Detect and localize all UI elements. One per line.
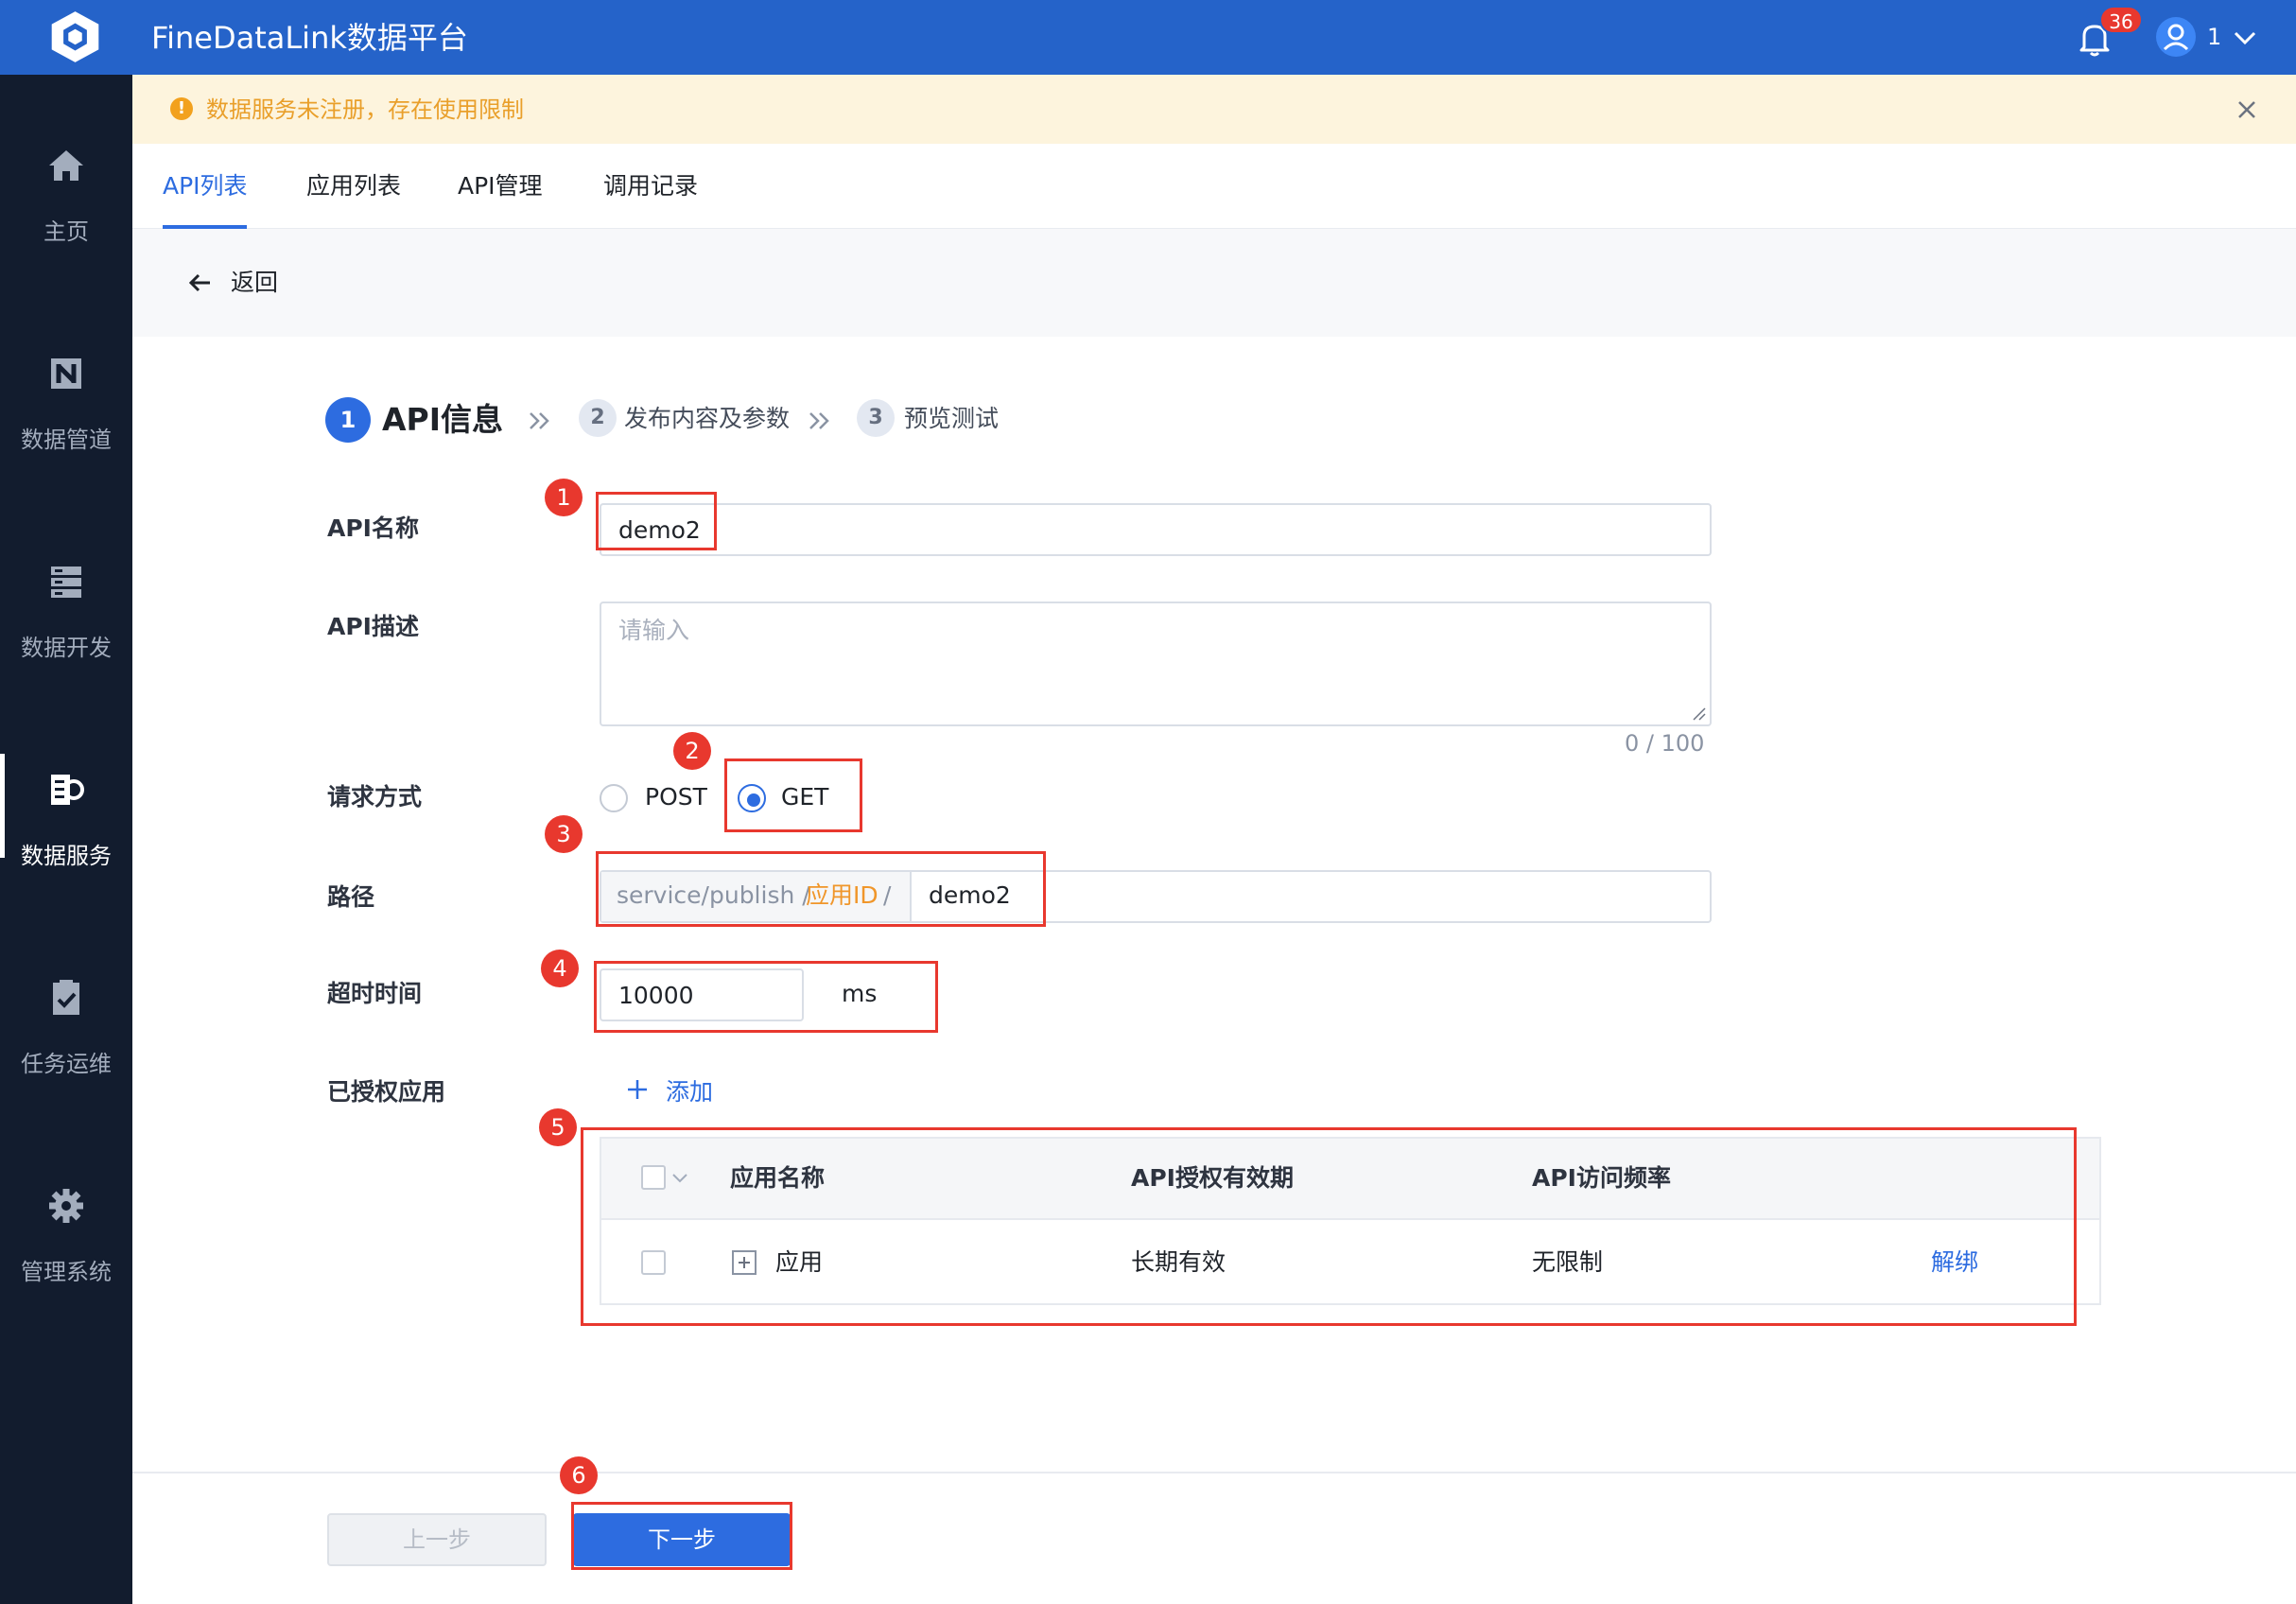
double-chevron-right-icon <box>530 412 549 429</box>
annotation-box <box>724 758 862 832</box>
sidebar-item-pipeline[interactable]: 数据管道 <box>0 353 132 561</box>
user-icon <box>2163 24 2189 51</box>
data-dev-icon <box>51 567 81 598</box>
annotation-box <box>581 1127 2077 1326</box>
annotation-box <box>596 492 717 550</box>
user-avatar[interactable] <box>2156 17 2196 57</box>
sidebar-item-manage-system[interactable]: 管理系统 <box>0 1185 132 1393</box>
step-number: 2 <box>579 399 617 437</box>
sidebar-item-data-dev[interactable]: 数据开发 <box>0 561 132 769</box>
home-icon <box>49 150 83 181</box>
api-desc-textarea[interactable]: 请输入 <box>600 602 1712 726</box>
tab-active-indicator <box>163 225 247 229</box>
api-name-input[interactable]: demo2 <box>600 503 1712 556</box>
back-bar <box>132 230 2296 337</box>
sidebar-item-label: 主页 <box>43 218 89 245</box>
annotation-marker: 4 <box>541 950 579 987</box>
annotation-marker: 3 <box>545 815 583 853</box>
pipeline-icon <box>51 358 81 389</box>
notification-badge: 36 <box>2099 6 2143 34</box>
radio-post-label[interactable]: POST <box>645 781 707 813</box>
sidebar-item-home[interactable]: 主页 <box>0 145 132 353</box>
sidebar-item-data-service[interactable]: 数据服务 <box>0 754 132 977</box>
sidebar-item-task-ops[interactable]: 任务运维 <box>0 977 132 1185</box>
user-name[interactable]: 1 <box>2207 23 2221 51</box>
api-desc-label: API描述 <box>327 613 419 640</box>
notice-text: 数据服务未注册，存在使用限制 <box>206 96 524 123</box>
sidebar-item-label: 数据服务 <box>21 843 112 869</box>
sidebar-item-label: 数据管道 <box>21 427 112 453</box>
method-label: 请求方式 <box>327 783 423 811</box>
annotation-marker: 6 <box>560 1456 598 1494</box>
annotation-box <box>571 1502 792 1570</box>
task-ops-icon <box>53 980 79 1015</box>
step-number: 1 <box>325 397 371 443</box>
resize-handle-icon[interactable] <box>1691 706 1706 721</box>
api-name-label: API名称 <box>327 514 419 542</box>
step-label-publish-params: 发布内容及参数 <box>624 405 791 432</box>
sidebar: 主页 数据管道 数据开发 数据服务 任务运维 管理系统 <box>0 75 132 1604</box>
warning-icon: ! <box>170 97 193 120</box>
plus-icon[interactable] <box>626 1078 649 1101</box>
sidebar-item-label: 数据开发 <box>21 635 112 661</box>
radio-post[interactable] <box>600 784 628 812</box>
step-label-preview-test: 预览测试 <box>904 405 1000 432</box>
sidebar-item-label: 任务运维 <box>21 1051 112 1077</box>
add-app-button[interactable]: 添加 <box>666 1076 713 1108</box>
chevron-down-icon[interactable] <box>2228 21 2262 55</box>
annotation-marker: 2 <box>673 732 711 770</box>
authorized-apps-label: 已授权应用 <box>327 1078 446 1106</box>
double-chevron-right-icon <box>809 412 829 429</box>
data-service-icon <box>51 775 84 805</box>
annotation-marker: 5 <box>539 1108 577 1146</box>
back-link[interactable]: 返回 <box>231 267 278 299</box>
prev-step-button[interactable]: 上一步 <box>327 1513 547 1566</box>
char-counter: 0 / 100 <box>1625 730 1705 757</box>
tab-app-list[interactable]: 应用列表 <box>306 170 401 202</box>
sidebar-item-label: 管理系统 <box>21 1259 112 1285</box>
arrow-left-icon[interactable] <box>185 269 214 297</box>
tab-call-log[interactable]: 调用记录 <box>603 170 698 202</box>
app-title: FineDataLink数据平台 <box>151 20 468 56</box>
step-label-api-info: API信息 <box>382 401 504 438</box>
annotation-box <box>596 851 1046 927</box>
gear-icon <box>49 1189 83 1223</box>
tab-api-manage[interactable]: API管理 <box>458 170 543 202</box>
annotation-box <box>594 961 938 1033</box>
tab-api-list[interactable]: API列表 <box>163 170 248 202</box>
app-logo-icon[interactable] <box>40 8 111 66</box>
close-icon[interactable] <box>2232 95 2262 125</box>
step-number: 3 <box>857 399 895 437</box>
path-label: 路径 <box>327 883 375 911</box>
timeout-label: 超时时间 <box>327 980 423 1007</box>
annotation-marker: 1 <box>545 479 583 516</box>
